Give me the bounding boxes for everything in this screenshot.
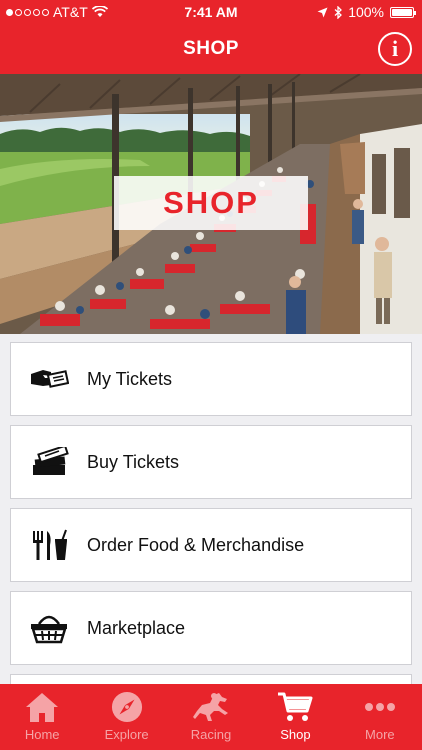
- cart-icon: [278, 692, 313, 721]
- menu-item-buy-tickets[interactable]: Buy Tickets: [10, 425, 412, 499]
- tab-bar: Home Explore Racing Shop More: [0, 684, 422, 750]
- battery-percent: 100%: [348, 4, 384, 20]
- bluetooth-icon: [334, 5, 343, 19]
- info-icon[interactable]: i: [378, 32, 412, 66]
- hero-image: SHOP: [0, 74, 422, 334]
- menu-item-label: Buy Tickets: [87, 451, 180, 472]
- location-arrow-icon: [317, 7, 328, 17]
- compass-icon: [111, 691, 142, 723]
- basket-icon: [11, 591, 87, 665]
- tab-home[interactable]: Home: [0, 684, 84, 750]
- menu-item-label: My Tickets: [87, 368, 173, 389]
- menu-item-my-tickets[interactable]: My Tickets: [10, 342, 412, 416]
- tab-label: Shop: [280, 727, 311, 742]
- shop-menu: My Tickets Buy Tickets Order Food & Merc…: [10, 342, 412, 694]
- status-bar: AT&T 7:41 AM 100%: [0, 0, 422, 24]
- tab-label: More: [365, 727, 395, 742]
- menu-item-order-food[interactable]: Order Food & Merchandise: [10, 508, 412, 582]
- home-icon: [26, 693, 59, 722]
- tab-label: Racing: [190, 727, 232, 742]
- status-right: 100%: [317, 4, 416, 20]
- tab-label: Home: [24, 727, 60, 742]
- tab-shop[interactable]: Shop: [253, 684, 337, 750]
- horse-icon: [193, 693, 229, 721]
- page-title: SHOP: [183, 38, 239, 59]
- menu-item-label: Order Food & Merchandise: [87, 534, 305, 555]
- menu-item-label: Marketplace: [87, 617, 186, 638]
- hero-badge-text: SHOP: [163, 185, 259, 220]
- ticket-hand-icon: [11, 342, 87, 416]
- menu-item-marketplace[interactable]: Marketplace: [10, 591, 412, 665]
- ticket-stack-icon: [11, 425, 87, 499]
- tab-more[interactable]: More: [338, 684, 422, 750]
- tab-racing[interactable]: Racing: [169, 684, 253, 750]
- battery-icon: [390, 6, 416, 18]
- hero-badge: SHOP: [114, 176, 308, 230]
- tab-label: Explore: [104, 727, 149, 742]
- nav-bar: SHOP i: [0, 24, 422, 74]
- tab-explore[interactable]: Explore: [84, 684, 168, 750]
- utensils-drink-icon: [11, 508, 87, 582]
- more-icon: [364, 703, 395, 711]
